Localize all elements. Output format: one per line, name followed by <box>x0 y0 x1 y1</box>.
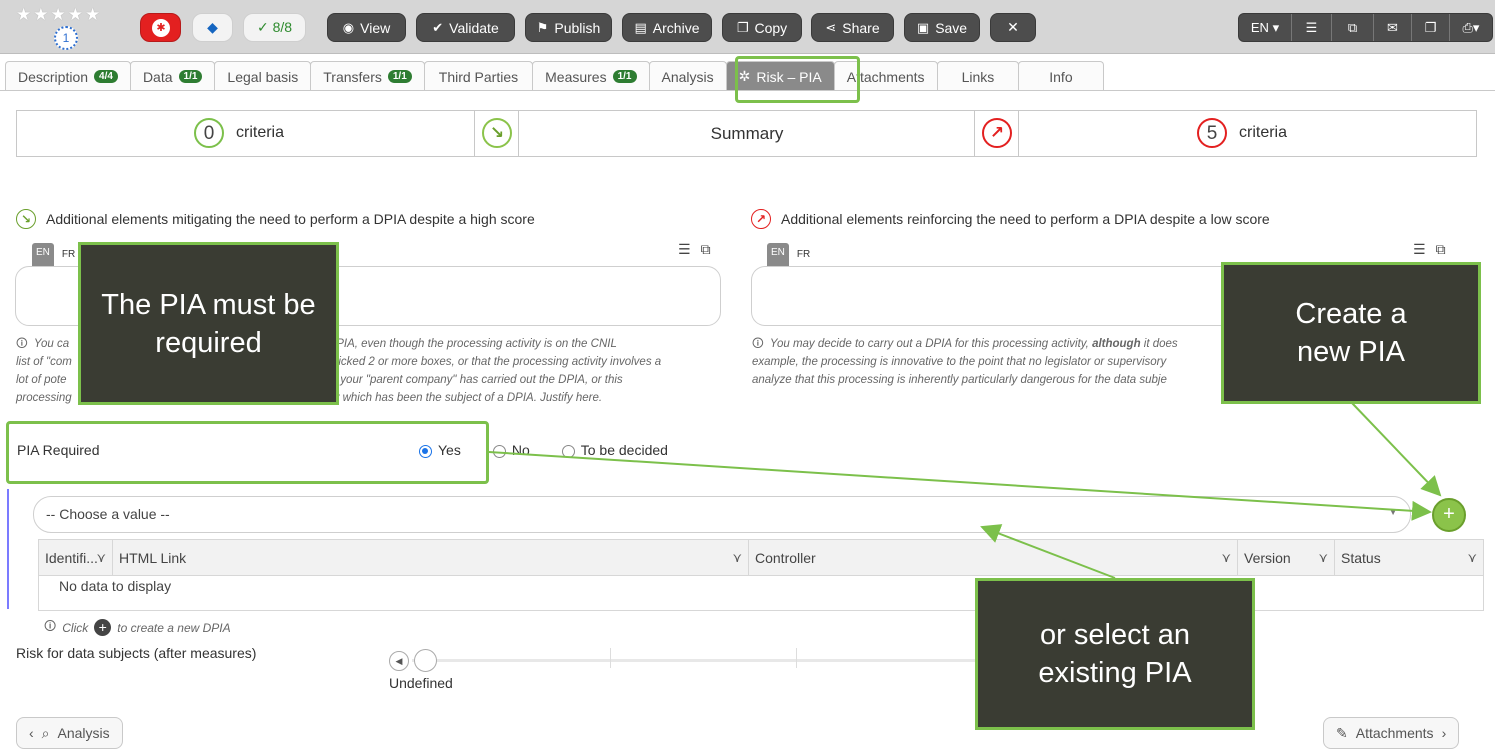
arrow-create-callout <box>1351 402 1442 497</box>
callout-create-pia: Create a new PIA <box>1221 262 1481 404</box>
callout-text: Create a new PIA <box>1295 298 1407 368</box>
callout-pia-required: The PIA must be required <box>78 242 339 405</box>
callout-select-pia: or select an existing PIA <box>975 578 1255 730</box>
callout-text: or select an existing PIA <box>1038 619 1192 689</box>
arrow-select-callout <box>980 524 1116 579</box>
arrow-required-to-create <box>488 451 1432 521</box>
callout-text: The PIA must be required <box>101 288 316 359</box>
